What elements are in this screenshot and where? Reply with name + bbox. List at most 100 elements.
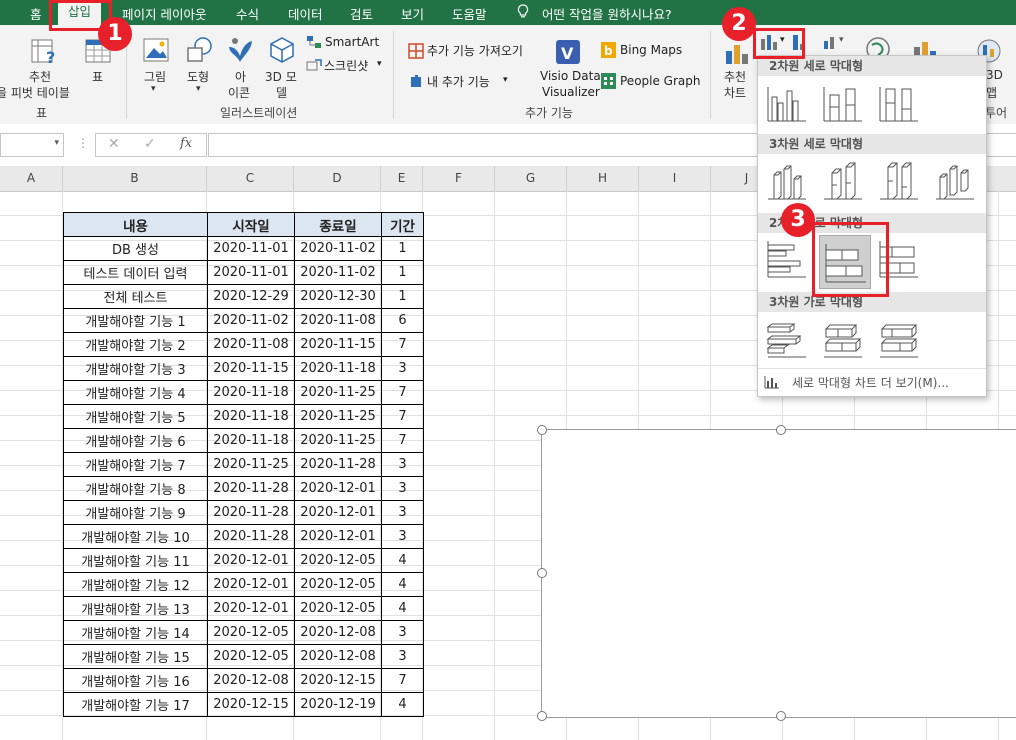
- name-box[interactable]: ▾: [0, 133, 64, 157]
- cell-start-date[interactable]: 2020-11-15: [207, 356, 295, 381]
- cell-end-date[interactable]: 2020-12-30: [294, 284, 382, 309]
- cell-end-date[interactable]: 2020-11-02: [294, 236, 382, 261]
- 3d-100-stacked-bar-icon[interactable]: [878, 319, 920, 359]
- 3d-stacked-bar-icon[interactable]: [822, 319, 864, 359]
- cell-end-date[interactable]: 2020-11-02: [294, 260, 382, 285]
- header-duration[interactable]: 기간: [381, 212, 424, 237]
- cell-task[interactable]: 개발해야할 기능 16: [63, 668, 208, 693]
- header-task[interactable]: 내용: [63, 212, 208, 237]
- column-header-e[interactable]: E: [381, 166, 423, 191]
- column-header-d[interactable]: D: [294, 166, 381, 191]
- cell-end-date[interactable]: 2020-11-25: [294, 380, 382, 405]
- column-header-f[interactable]: F: [423, 166, 495, 191]
- shapes-icon[interactable]: [184, 35, 214, 65]
- 3d-column-icon[interactable]: [934, 161, 976, 201]
- cell-start-date[interactable]: 2020-12-08: [207, 668, 295, 693]
- cell-start-date[interactable]: 2020-11-18: [207, 380, 295, 405]
- cell-duration[interactable]: 7: [381, 332, 424, 357]
- cell-start-date[interactable]: 2020-12-05: [207, 644, 295, 669]
- cell-task[interactable]: 개발해야할 기능 3: [63, 356, 208, 381]
- cancel-icon[interactable]: ✕: [108, 136, 120, 152]
- cell-task[interactable]: 개발해야할 기능 12: [63, 572, 208, 597]
- cell-duration[interactable]: 1: [381, 260, 424, 285]
- cell-start-date[interactable]: 2020-11-28: [207, 476, 295, 501]
- cell-start-date[interactable]: 2020-12-05: [207, 620, 295, 645]
- column-header-h[interactable]: H: [567, 166, 639, 191]
- cell-end-date[interactable]: 2020-12-08: [294, 644, 382, 669]
- icons-icon[interactable]: [225, 35, 255, 65]
- cell-task[interactable]: 개발해야할 기능 9: [63, 500, 208, 525]
- cell-start-date[interactable]: 2020-12-01: [207, 572, 295, 597]
- cell-duration[interactable]: 7: [381, 380, 424, 405]
- cell-start-date[interactable]: 2020-11-25: [207, 452, 295, 477]
- clustered-bar-icon[interactable]: [766, 239, 808, 279]
- column-header-g[interactable]: G: [495, 166, 567, 191]
- cell-end-date[interactable]: 2020-12-01: [294, 476, 382, 501]
- cell-duration[interactable]: 7: [381, 428, 424, 453]
- cell-start-date[interactable]: 2020-12-01: [207, 548, 295, 573]
- tab-view[interactable]: 보기: [401, 4, 424, 23]
- header-end-date[interactable]: 종료일: [294, 212, 382, 237]
- cell-task[interactable]: 테스트 데이터 입력: [63, 260, 208, 285]
- get-addins-label[interactable]: 추가 기능 가져오기: [427, 42, 523, 59]
- screenshot-label[interactable]: 스크린샷: [324, 57, 368, 74]
- cell-task[interactable]: 개발해야할 기능 17: [63, 692, 208, 717]
- pivot-chart-icon[interactable]: ▾: [822, 33, 852, 51]
- smartart-label[interactable]: SmartArt: [325, 35, 379, 49]
- 3d-stacked-column-icon[interactable]: [822, 161, 864, 201]
- cell-end-date[interactable]: 2020-12-05: [294, 548, 382, 573]
- insert-function-icon[interactable]: fx: [180, 136, 192, 151]
- cell-end-date[interactable]: 2020-12-08: [294, 620, 382, 645]
- tab-page-layout[interactable]: 페이지 레이아웃: [122, 4, 206, 23]
- resize-handle[interactable]: [776, 425, 786, 435]
- resize-handle[interactable]: [537, 568, 547, 578]
- cell-duration[interactable]: 1: [381, 284, 424, 309]
- recommended-pivot-icon[interactable]: ?: [30, 37, 58, 67]
- cell-start-date[interactable]: 2020-11-28: [207, 500, 295, 525]
- my-addins-icon[interactable]: [408, 73, 424, 89]
- column-header-a[interactable]: A: [0, 166, 63, 191]
- tab-home[interactable]: 홈: [30, 4, 42, 23]
- my-addins-label[interactable]: 내 추가 기능: [427, 73, 490, 90]
- cell-duration[interactable]: 3: [381, 644, 424, 669]
- column-header-b[interactable]: B: [63, 166, 207, 191]
- visio-icon[interactable]: V: [553, 37, 583, 67]
- resize-handle[interactable]: [537, 711, 547, 721]
- cell-duration[interactable]: 4: [381, 572, 424, 597]
- tab-formulas[interactable]: 수식: [236, 4, 259, 23]
- empty-chart-area[interactable]: [537, 425, 1016, 721]
- cell-task[interactable]: 개발해야할 기능 8: [63, 476, 208, 501]
- smartart-icon[interactable]: [306, 35, 322, 49]
- bing-maps-icon[interactable]: b: [601, 42, 616, 58]
- cell-start-date[interactable]: 2020-11-02: [207, 308, 295, 333]
- screenshot-dropdown-arrow[interactable]: ▾: [377, 59, 382, 69]
- more-column-charts-item[interactable]: 세로 막대형 차트 더 보기(M)...: [758, 368, 986, 395]
- cell-task[interactable]: 개발해야할 기능 2: [63, 332, 208, 357]
- picture-dropdown-arrow[interactable]: ▾: [151, 84, 156, 94]
- bing-maps-label[interactable]: Bing Maps: [620, 43, 682, 57]
- screenshot-icon[interactable]: [306, 59, 322, 73]
- picture-icon[interactable]: [142, 37, 170, 63]
- cell-start-date[interactable]: 2020-12-01: [207, 596, 295, 621]
- cell-duration[interactable]: 3: [381, 356, 424, 381]
- 3d-clustered-bar-icon[interactable]: [766, 319, 808, 359]
- resize-handle[interactable]: [776, 711, 786, 721]
- cell-end-date[interactable]: 2020-11-15: [294, 332, 382, 357]
- stacked-column-icon[interactable]: [822, 83, 864, 123]
- my-addins-dropdown-arrow[interactable]: ▾: [503, 75, 508, 85]
- cell-start-date[interactable]: 2020-11-08: [207, 332, 295, 357]
- tab-review[interactable]: 검토: [350, 4, 373, 23]
- name-box-dropdown-icon[interactable]: ▾: [54, 138, 59, 148]
- cell-task[interactable]: 개발해야할 기능 5: [63, 404, 208, 429]
- cell-task[interactable]: 개발해야할 기능 1: [63, 308, 208, 333]
- cell-end-date[interactable]: 2020-12-15: [294, 668, 382, 693]
- cell-duration[interactable]: 7: [381, 668, 424, 693]
- cell-end-date[interactable]: 2020-12-01: [294, 500, 382, 525]
- people-graph-icon[interactable]: [601, 73, 616, 89]
- cell-start-date[interactable]: 2020-11-01: [207, 236, 295, 261]
- 3d-models-icon[interactable]: [268, 35, 296, 65]
- cell-task[interactable]: 개발해야할 기능 4: [63, 380, 208, 405]
- cell-start-date[interactable]: 2020-11-18: [207, 428, 295, 453]
- shapes-dropdown-arrow[interactable]: ▾: [196, 84, 201, 94]
- cell-end-date[interactable]: 2020-11-25: [294, 404, 382, 429]
